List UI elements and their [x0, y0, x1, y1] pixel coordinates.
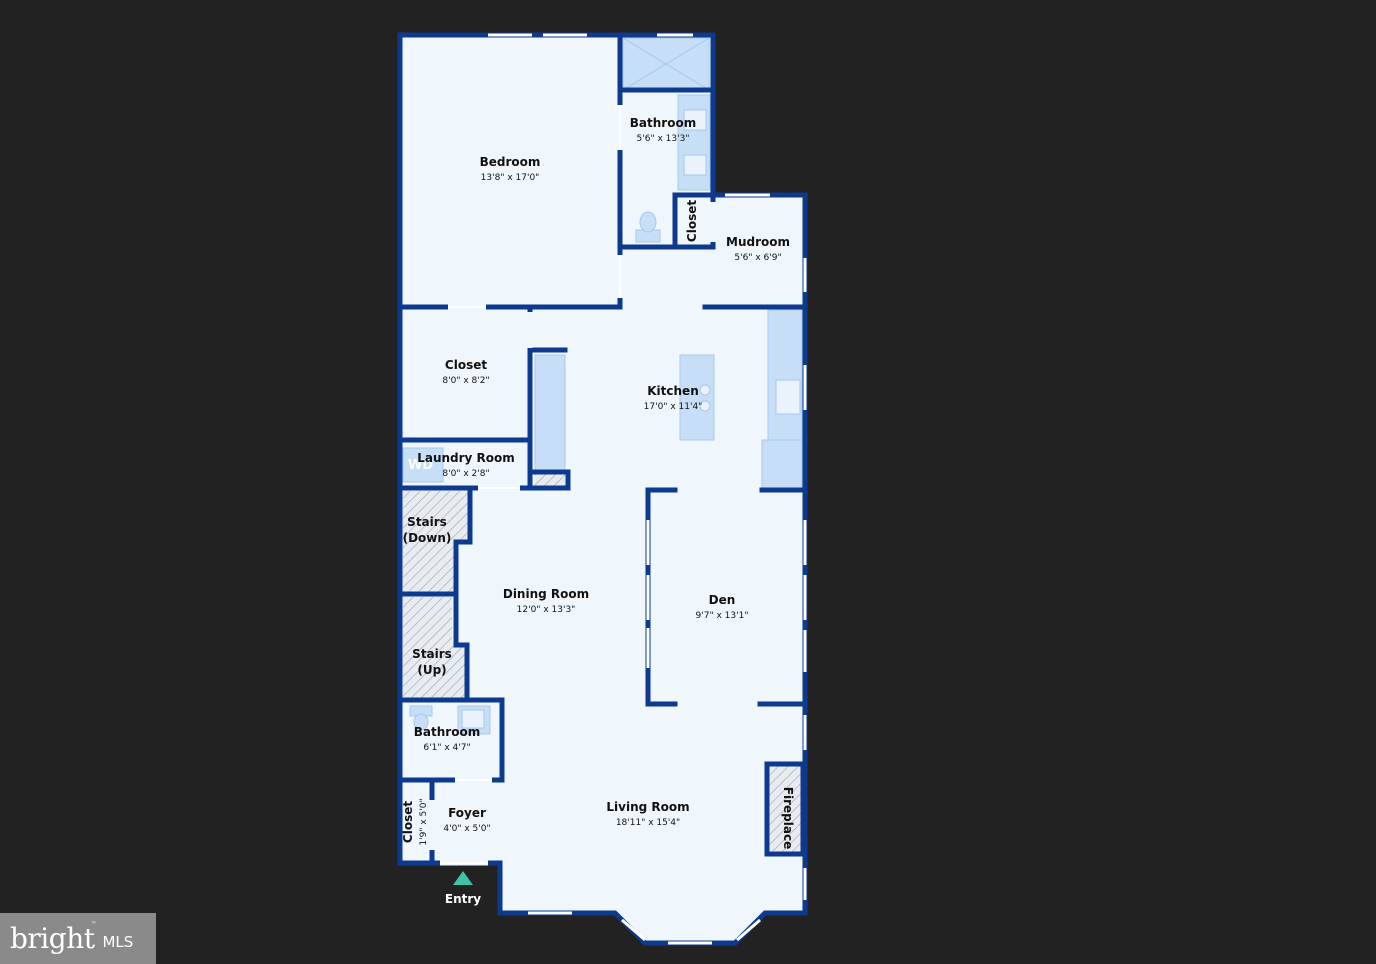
room-dims-closet-foyer: 1'9" x 5'0": [419, 798, 429, 845]
room-name-living: Living Room: [606, 800, 689, 814]
room-name-foyer: Foyer: [448, 806, 486, 820]
room-dims-closet: 8'0" x 8'2": [442, 376, 489, 386]
floor-plan: WD Bedroom 13'8" x 17'0" Bathroom 5'6" x…: [397, 32, 808, 946]
room-name2-stairs-down: (Down): [403, 531, 452, 545]
kitchen-counter: [767, 309, 803, 441]
room-name-dining: Dining Room: [503, 587, 589, 601]
room-name-bathroom-lower: Bathroom: [414, 725, 480, 739]
counter-left: [534, 354, 566, 471]
room-name2-stairs-up: (Up): [417, 663, 446, 677]
room-name-den: Den: [709, 593, 736, 607]
room-name-fireplace: Fireplace: [781, 787, 795, 849]
room-name-stairs-up: Stairs: [412, 647, 452, 661]
room-dims-kitchen: 17'0" x 11'4": [644, 402, 703, 412]
room-name-laundry: Laundry Room: [417, 451, 515, 465]
room-name-bathroom-upper: Bathroom: [630, 116, 696, 130]
entry-marker: Entry: [445, 871, 481, 906]
room-dims-mudroom: 5'6" x 6'9": [734, 253, 781, 263]
room-name-stairs-down: Stairs: [407, 515, 447, 529]
entry-label: Entry: [445, 892, 481, 906]
room-dims-dining: 12'0" x 13'3": [517, 605, 576, 615]
floor-plan-canvas: WD Bedroom 13'8" x 17'0" Bathroom 5'6" x…: [0, 0, 1376, 964]
room-dims-foyer: 4'0" x 5'0": [443, 824, 490, 834]
logo-mls: MLS: [102, 932, 134, 951]
room-name-mudroom: Mudroom: [726, 235, 790, 249]
bright-mls-logo: bright ™ MLS: [0, 913, 156, 964]
room-dims-living: 18'11" x 15'4": [616, 818, 680, 828]
logo-brand: bright: [10, 922, 95, 955]
room-name-bedroom: Bedroom: [480, 155, 541, 169]
room-dims-bathroom-lower: 6'1" x 4'7": [423, 743, 470, 753]
entry-arrow-icon: [453, 871, 473, 885]
room-name-kitchen: Kitchen: [647, 384, 699, 398]
room-name-closet-foyer: Closet: [401, 801, 415, 843]
room-dims-bathroom-upper: 5'6" x 13'3": [637, 134, 690, 144]
room-dims-laundry: 8'0" x 2'8": [442, 469, 489, 479]
room-name-closet: Closet: [445, 358, 487, 372]
fridge: [761, 439, 803, 489]
room-dims-bedroom: 13'8" x 17'0": [481, 173, 540, 183]
room-dims-den: 9'7" x 13'1": [696, 611, 749, 621]
room-name-closet-small: Closet: [685, 200, 699, 242]
logo-trademark: ™: [90, 921, 97, 928]
